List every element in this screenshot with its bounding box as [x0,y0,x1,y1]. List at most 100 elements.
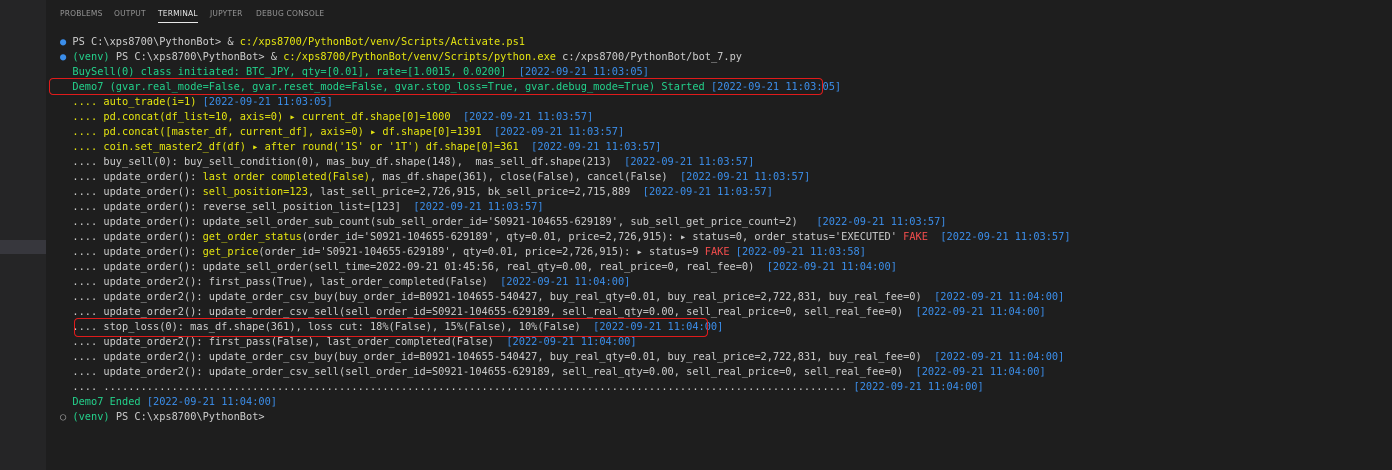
terminal-line: ● PS C:\xps8700\PythonBot> & c:/xps8700/… [60,35,1380,50]
terminal-line: .... update_order2(): update_order_csv_b… [60,290,1380,305]
terminal-text-segment: .... update_order2(): update_order_csv_b… [60,351,935,363]
highlight-demo7-started [49,78,823,95]
terminal-text-segment: [2022-09-21 11:03:57] [642,186,773,198]
terminal-text-segment: .... update_order2(): update_order_csv_b… [60,291,935,303]
terminal-line: .... update_order(): reverse_sell_positi… [60,200,1380,215]
terminal-text-segment: .... coin.set_master2_df(df) ▸ after rou… [72,141,532,153]
terminal-text-segment: get_price [202,246,259,258]
terminal-text-segment: [2022-09-21 11:03:57] [531,141,662,153]
terminal-text-segment: .... update_order(): update_sell_order_s… [60,216,817,228]
terminal-text-segment: [2022-09-21 11:04:00] [853,381,984,393]
terminal-text-segment: .... pd.concat(df_list=10, axis=0) ▸ cur… [72,111,463,123]
terminal-text-segment: (order_id='S0921-104655-629189', qty=0.0… [258,246,705,258]
terminal-text-segment: c:/xps8700/PythonBot/venv/Scripts/Activa… [239,36,525,48]
terminal-text-segment: get_order_status [202,231,302,243]
terminal-text-segment: FAKE [903,231,928,243]
terminal-line: .... coin.set_master2_df(df) ▸ after rou… [60,140,1380,155]
terminal-text-segment: PS C:\xps8700\PythonBot> [115,411,265,423]
tab-terminal[interactable]: TERMINAL [158,9,198,23]
terminal-text-segment: .... update_order2(): update_order_csv_s… [60,366,916,378]
terminal-text-segment: (order_id='S0921-104655-629189', qty=0.0… [301,231,904,243]
terminal-text-segment: [2022-09-21 11:03:57] [413,201,544,213]
terminal-text-segment: [2022-09-21 11:03:57] [679,171,811,183]
terminal-text-segment: .... buy_sell(0): buy_sell_condition(0),… [60,156,625,168]
terminal-text-segment: [2022-09-21 11:04:00] [146,396,277,408]
terminal-text-segment: FAKE [704,246,730,258]
terminal-line: .... update_order2(): first_pass(False),… [60,335,1380,350]
sidebar-selected-item[interactable] [0,240,46,254]
terminal-text-segment: [2022-09-21 11:04:00] [915,306,1046,318]
highlight-stop-loss [74,318,708,337]
terminal-text-segment: [2022-09-21 11:04:00] [500,276,631,288]
terminal-line: .... update_order2(): update_order_csv_b… [60,350,1380,365]
terminal-line: .... pd.concat([master_df, current_df], … [60,125,1380,140]
terminal-text-segment: (venv) [72,411,116,423]
activity-sidebar [0,0,46,470]
terminal-text-segment: .... update_order(): [60,186,203,198]
terminal-text-segment: ○ [60,411,73,423]
terminal-text-segment: [2022-09-21 11:04:00] [915,366,1046,378]
tab-jupyter[interactable]: JUPYTER [210,9,243,18]
terminal-text-segment: .... update_order2(): first_pass(False),… [60,336,507,348]
terminal-text-segment: .... update_order(): [60,171,203,183]
terminal-line: .... ...................................… [60,380,1380,395]
terminal-text-segment: c:/xps8700/PythonBot/bot_7.py [555,51,742,63]
terminal-line: .... pd.concat(df_list=10, axis=0) ▸ cur… [60,110,1380,125]
terminal-text-segment: ● [60,36,73,48]
terminal-text-segment: [2022-09-21 11:03:58] [735,246,866,258]
terminal-line: .... update_order(): get_price(order_id=… [60,245,1380,260]
terminal-text-segment: [2022-09-21 11:03:05] [518,66,649,78]
terminal-text-segment: .... update_order(): [60,246,203,258]
terminal-text-segment: PS C:\xps8700\PythonBot> & [72,36,240,48]
terminal-line: .... auto_trade(i=1) [2022-09-21 11:03:0… [60,95,1380,110]
terminal-text-segment: [2022-09-21 11:04:00] [766,261,897,273]
terminal-text-segment: .... update_order(): reverse_sell_positi… [60,201,414,213]
terminal-text-segment: .... update_order(): [60,231,203,243]
terminal-line: .... update_order(): update_sell_order(s… [60,260,1380,275]
terminal-line: .... update_order(): get_order_status(or… [60,230,1380,245]
terminal-text-segment: .... ...................................… [60,381,854,393]
terminal-text-segment: [2022-09-21 11:04:00] [506,336,637,348]
terminal-text-segment: BuySell(0) class initiated: BTC_JPY, qty… [72,66,519,78]
tab-output[interactable]: OUTPUT [114,9,146,18]
terminal-text-segment: c:/xps8700/PythonBot/venv/Scripts/python… [283,51,556,63]
terminal-text-segment: PS C:\xps8700\PythonBot> & [115,51,284,63]
terminal-text-segment: [2022-09-21 11:03:57] [624,156,755,168]
terminal-text-segment: .... pd.concat([master_df, current_df], … [72,126,494,138]
terminal-text-segment: .... update_order2(): first_pass(True), … [60,276,501,288]
terminal-text-segment: .... update_order(): update_sell_order(s… [60,261,767,273]
terminal-text-segment: .... update_order2(): update_order_csv_s… [60,306,916,318]
tab-problems[interactable]: PROBLEMS [60,9,103,18]
terminal-text-segment: [2022-09-21 11:03:57] [816,216,947,228]
panel-tabs: PROBLEMS OUTPUT TERMINAL JUPYTER DEBUG C… [46,0,1392,28]
terminal-text-segment: [2022-09-21 11:03:05] [202,96,333,108]
terminal-text-segment: [2022-09-21 11:04:00] [934,351,1065,363]
terminal-text-segment: [2022-09-21 11:03:57] [493,126,625,138]
terminal-line: ● (venv) PS C:\xps8700\PythonBot> & c:/x… [60,50,1380,65]
terminal-text-segment: .... auto_trade(i=1) [72,96,203,108]
terminal-line: .... update_order(): last order complete… [60,170,1380,185]
terminal-text-segment: [2022-09-21 11:03:57] [462,111,594,123]
terminal-line: .... update_order(): update_sell_order_s… [60,215,1380,230]
terminal-text-segment: last order completed(False) [202,171,370,183]
terminal-text-segment: , mas_df.shape(361), close(False), cance… [369,171,680,183]
terminal-line: .... update_order2(): update_order_csv_s… [60,365,1380,380]
terminal-text-segment: [2022-09-21 11:03:57] [940,231,1071,243]
terminal-text-segment: ● [60,51,73,63]
terminal-line: ○ (venv) PS C:\xps8700\PythonBot> [60,410,1380,425]
terminal-line: .... buy_sell(0): buy_sell_condition(0),… [60,155,1380,170]
terminal-line: .... update_order2(): first_pass(True), … [60,275,1380,290]
terminal-text-segment: Demo7 Ended [72,396,147,408]
terminal-line: Demo7 Ended [2022-09-21 11:04:00] [60,395,1380,410]
terminal-text-segment: [2022-09-21 11:04:00] [934,291,1065,303]
terminal-panel: PROBLEMS OUTPUT TERMINAL JUPYTER DEBUG C… [46,0,1392,470]
tab-debug-console[interactable]: DEBUG CONSOLE [256,9,324,18]
terminal-text-segment: , last_sell_price=2,726,915, bk_sell_pri… [307,186,643,198]
